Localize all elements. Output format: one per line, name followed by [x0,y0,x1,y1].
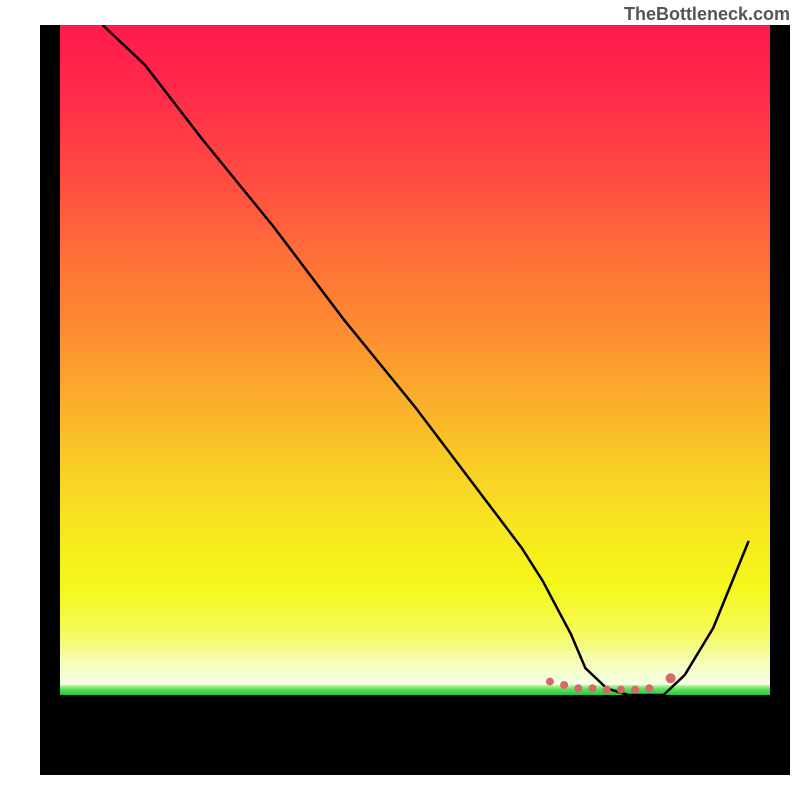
gradient-fill [60,25,770,685]
watermark-text: TheBottleneck.com [624,4,790,25]
green-band [60,685,770,695]
chart-container [40,25,790,775]
